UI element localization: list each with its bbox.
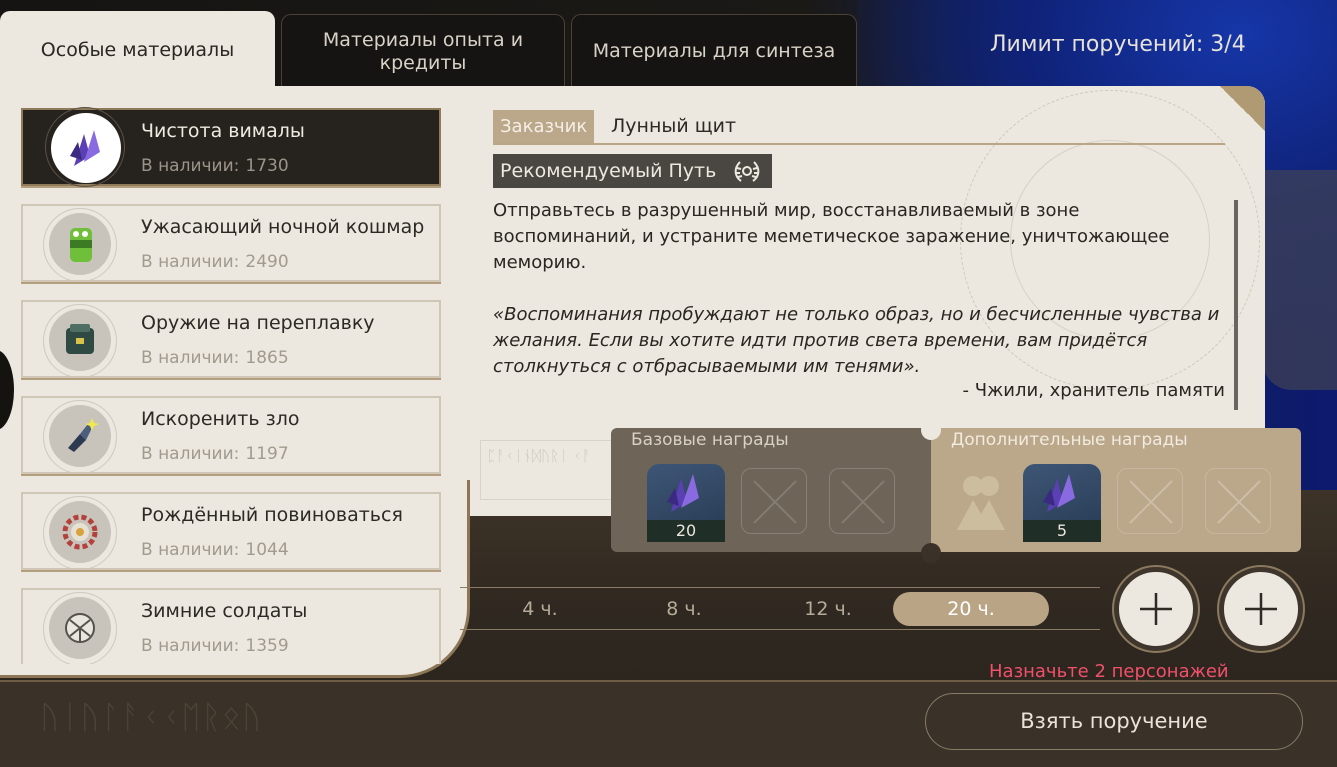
recommended-path: Рекомендуемый Путь: [493, 154, 772, 188]
character-silhouette-icon: [957, 476, 1005, 530]
item-qty: В наличии: 1730: [141, 156, 289, 176]
empty-slot-icon: [1217, 480, 1261, 524]
item-name: Чистота вималы: [141, 120, 305, 142]
fan-shell-icon: [49, 597, 111, 659]
item-qty: В наличии: 1865: [141, 348, 289, 368]
commission-description: Отправьтесь в разрушенный мир, восстанав…: [493, 200, 1170, 273]
empty-reward-slot: [741, 468, 807, 534]
crystal-icon: [667, 474, 699, 512]
reward-count: 5: [1023, 520, 1101, 542]
tab-label: Материалы для синтеза: [592, 40, 836, 62]
item-name: Рождённый повиноваться: [141, 504, 403, 526]
list-item[interactable]: Чистота вималы В наличии: 1730: [21, 107, 441, 187]
base-rewards-title: Базовые награды: [631, 430, 789, 450]
tab-synthesis[interactable]: Материалы для синтеза: [571, 14, 857, 88]
reward-count: 20: [647, 520, 725, 542]
qty-label: В наличии:: [141, 540, 240, 560]
qty-label: В наличии:: [141, 156, 240, 176]
duration-divider: [460, 587, 1100, 588]
tab-special-materials[interactable]: Особые материалы: [0, 11, 275, 88]
plus-icon: [1245, 593, 1277, 625]
qty-label: В наличии:: [141, 636, 240, 656]
battery-creature-icon: [49, 213, 111, 275]
crystal-icon: [51, 113, 121, 183]
footer-watermark: ᚢᛁᚢᛚᚨᚲᚲᛖᚱᛟᚢ: [40, 698, 263, 736]
crystal-icon: [1043, 474, 1075, 512]
list-item[interactable]: Оружие на переплавку В наличии: 1865: [21, 300, 441, 378]
laurel-icon: [734, 161, 760, 182]
item-qty: В наличии: 1197: [141, 444, 289, 464]
duration-option-20h[interactable]: 20 ч.: [893, 592, 1049, 626]
empty-slot-icon: [841, 480, 885, 524]
commission-limit: Лимит поручений: 3/4: [990, 32, 1246, 57]
duration-option-12h[interactable]: 12 ч.: [773, 592, 883, 626]
qty-label: В наличии:: [141, 348, 240, 368]
gear-badge-icon: [49, 501, 111, 563]
qty-label: В наличии:: [141, 444, 240, 464]
reward-item[interactable]: 20: [647, 464, 725, 542]
qty-value: 1044: [245, 540, 289, 560]
extra-rewards-title: Дополнительные награды: [951, 430, 1188, 450]
side-ornament: [1262, 170, 1337, 390]
item-name: Ужасающий ночной кошмар: [141, 216, 425, 238]
client-row: Заказчик Лунный щит: [493, 110, 1225, 145]
empty-slot-icon: [753, 480, 797, 524]
empty-reward-slot: [1117, 468, 1183, 534]
reward-item[interactable]: 5: [1023, 464, 1101, 542]
take-commission-button[interactable]: Взять поручение: [925, 693, 1303, 750]
list-item[interactable]: Рождённый повиноваться В наличии: 1044: [21, 492, 441, 570]
add-character-button[interactable]: [1219, 567, 1303, 651]
item-qty: В наличии: 1359: [141, 636, 289, 656]
item-qty: В наличии: 1044: [141, 540, 289, 560]
empty-reward-slot: [1205, 468, 1271, 534]
armor-chest-icon: [49, 309, 111, 371]
description-scrollbar[interactable]: [1234, 200, 1238, 410]
client-value: Лунный щит: [611, 115, 737, 137]
qty-value: 2490: [245, 252, 289, 272]
client-label: Заказчик: [493, 110, 595, 143]
ticket-notch: [921, 543, 941, 563]
assign-warning: Назначьте 2 персонажей: [989, 661, 1229, 682]
qty-value: 1865: [245, 348, 289, 368]
duration-divider: [460, 629, 1100, 630]
duration-option-4h[interactable]: 4 ч.: [485, 592, 595, 626]
add-character-button[interactable]: [1114, 567, 1198, 651]
tab-label: Материалы опыта и кредиты: [322, 28, 524, 74]
list-item[interactable]: Искоренить зло В наличии: 1197: [21, 396, 441, 474]
qty-value: 1197: [245, 444, 289, 464]
qty-value: 1359: [245, 636, 289, 656]
sparkle-tool-icon: [49, 405, 111, 467]
tab-exp-credits[interactable]: Материалы опыта и кредиты: [281, 14, 565, 88]
commission-quote: «Воспоминания пробуждают не только образ…: [493, 304, 1220, 377]
base-rewards: Базовые награды 20: [611, 428, 933, 552]
material-list: Чистота вималы В наличии: 1730 Ужасающий …: [0, 100, 460, 664]
empty-slot-icon: [1129, 480, 1173, 524]
duration-option-8h[interactable]: 8 ч.: [629, 592, 739, 626]
tab-label: Особые материалы: [40, 38, 235, 61]
item-name: Оружие на переплавку: [141, 312, 375, 334]
list-item[interactable]: Зимние солдаты В наличии: 1359: [21, 588, 441, 664]
ticket-notch: [921, 420, 941, 440]
list-item[interactable]: Ужасающий ночной кошмар В наличии: 2490: [21, 204, 441, 282]
extra-rewards: Дополнительные награды 5: [931, 428, 1301, 552]
empty-reward-slot: [829, 468, 895, 534]
quote-author: - Чжили, хранитель памяти: [962, 380, 1225, 401]
path-label: Рекомендуемый Путь: [500, 160, 717, 182]
item-name: Искоренить зло: [141, 408, 300, 430]
plus-icon: [1140, 593, 1172, 625]
qty-value: 1730: [245, 156, 289, 176]
item-qty: В наличии: 2490: [141, 252, 289, 272]
item-name: Зимние солдаты: [141, 600, 308, 622]
qty-label: В наличии:: [141, 252, 240, 272]
